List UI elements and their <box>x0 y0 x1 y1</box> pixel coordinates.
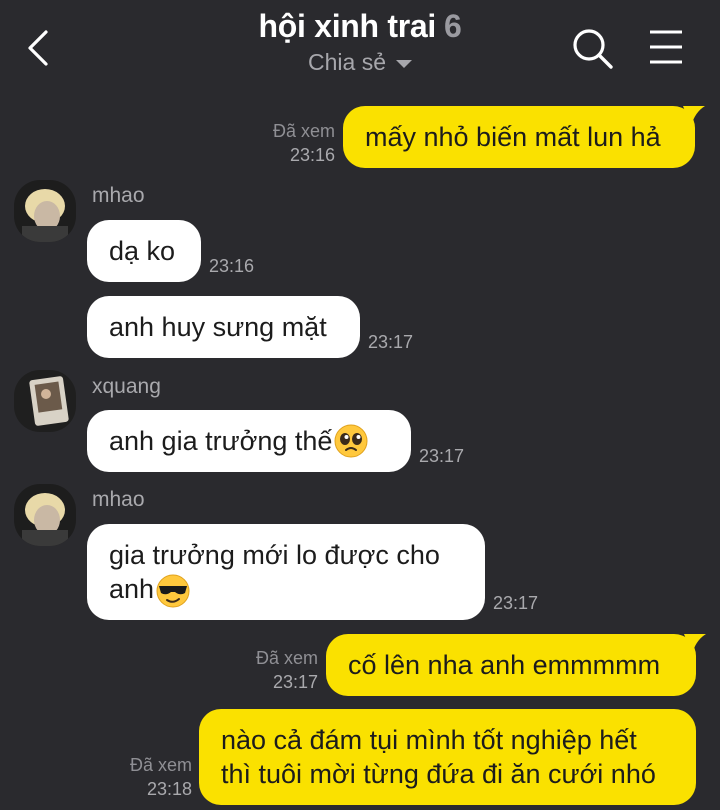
message-time: 23:17 <box>493 591 538 615</box>
avatar-mhao[interactable] <box>14 484 76 546</box>
their-message-bubble[interactable]: anh gia trưởng thế <box>87 410 411 472</box>
sender-name: mhao <box>92 488 145 511</box>
sunglasses-emoji <box>156 574 190 608</box>
message-meta: Đã xem 23:18 <box>112 753 192 801</box>
time-label: 23:17 <box>493 593 539 613</box>
message-meta: Đã xem 23:16 <box>255 119 335 167</box>
message-text: anh gia trưởng thế <box>109 426 333 456</box>
profile-photo <box>14 370 76 432</box>
search-icon <box>573 29 613 69</box>
my-message-bubble[interactable]: mấy nhỏ biến mất lun hả <box>343 106 695 168</box>
search-button[interactable] <box>570 26 616 72</box>
message-line: nào cả đám tụi mình tốt nghiệp hết <box>221 725 637 755</box>
avatar-xquang[interactable] <box>14 370 76 432</box>
read-receipt: Đã xem <box>272 121 335 141</box>
member-count: 6 <box>443 8 462 44</box>
caret-down-icon <box>395 60 412 68</box>
back-button[interactable] <box>22 26 62 70</box>
message-text: gia trưởng mới lo được cho anh <box>109 538 440 608</box>
chat-header: hội xinh trai 6 Chia sẻ <box>0 0 720 96</box>
chat-title: hội xinh trai 6 <box>160 8 560 45</box>
message-line: gia trưởng mới lo được cho <box>109 540 440 570</box>
message-text: mấy nhỏ biến mất lun hả <box>365 122 661 152</box>
message-text: cố lên nha anh emmmmm <box>348 650 661 680</box>
pleading-face-emoji <box>334 424 368 458</box>
avatar-mhao[interactable] <box>14 180 76 242</box>
their-message-bubble[interactable]: dạ ko <box>87 220 201 282</box>
chevron-left-icon <box>28 30 48 66</box>
time-label: 23:17 <box>419 446 465 466</box>
read-receipt: Đã xem <box>255 648 318 668</box>
their-message-bubble[interactable]: gia trưởng mới lo được cho anh <box>87 524 485 620</box>
menu-button[interactable] <box>648 28 684 68</box>
message-meta: Đã xem 23:17 <box>238 646 318 694</box>
time-label: 23:17 <box>368 332 414 352</box>
time-label: 23:16 <box>209 256 255 276</box>
profile-photo <box>14 180 76 242</box>
chat-title-area[interactable]: hội xinh trai 6 Chia sẻ <box>160 8 560 76</box>
my-message-bubble[interactable]: cố lên nha anh emmmmm <box>326 634 696 696</box>
message-time: 23:16 <box>209 254 254 278</box>
hamburger-menu-icon <box>650 30 682 64</box>
their-message-bubble[interactable]: anh huy sưng mặt <box>87 296 360 358</box>
sender-name: mhao <box>92 184 145 207</box>
share-label: Chia sẻ <box>308 49 386 75</box>
message-text: dạ ko <box>109 236 176 266</box>
message-time: 23:18 <box>146 779 192 799</box>
message-time: 23:17 <box>368 330 413 354</box>
read-receipt: Đã xem <box>129 755 192 775</box>
my-message-bubble[interactable]: nào cả đám tụi mình tốt nghiệp hết thì t… <box>199 709 696 805</box>
message-text: anh huy sưng mặt <box>109 312 327 342</box>
message-time: 23:16 <box>289 145 335 165</box>
message-line: thì tuôi mời từng đứa đi ăn cưới nhó <box>221 759 656 789</box>
message-line: anh <box>109 574 155 604</box>
bubble-tail <box>684 634 706 654</box>
profile-photo <box>14 484 76 546</box>
message-text: nào cả đám tụi mình tốt nghiệp hết thì t… <box>221 723 656 791</box>
share-dropdown[interactable]: Chia sẻ <box>308 49 412 76</box>
message-time: 23:17 <box>272 672 318 692</box>
message-line-with-emoji: anh <box>109 572 440 608</box>
bubble-tail <box>683 106 705 126</box>
group-name: hội xinh trai <box>258 8 437 44</box>
message-time: 23:17 <box>419 444 464 468</box>
sender-name: xquang <box>92 375 161 398</box>
